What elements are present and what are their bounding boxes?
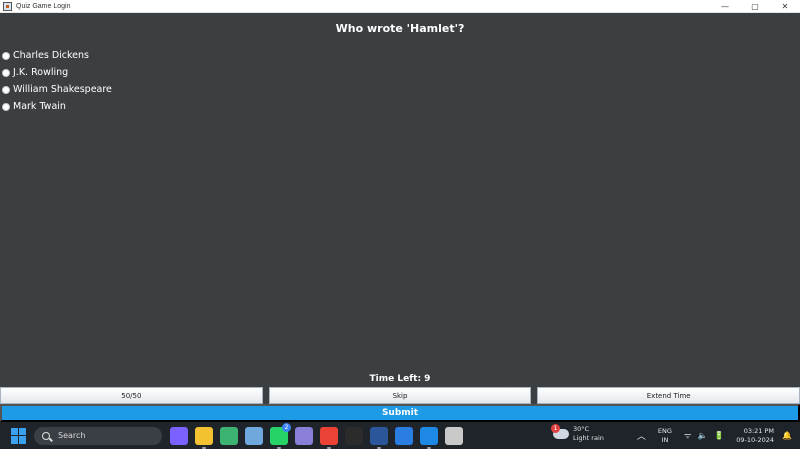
option-label: Charles Dickens <box>13 50 89 61</box>
language-indicator[interactable]: ENG IN <box>658 427 672 445</box>
search-icon <box>42 431 50 440</box>
radio-button[interactable] <box>2 51 10 60</box>
system-tray: ︿ ENG IN ᯤ 🔈 🔋 03:21 PM 09-10-2024 🔔 <box>637 422 800 449</box>
option-jk-rowling[interactable]: J.K. Rowling <box>2 64 112 81</box>
option-label: J.K. Rowling <box>13 67 69 78</box>
java-app-icon[interactable] <box>445 426 463 445</box>
radio-button[interactable] <box>2 102 10 111</box>
terminal-icon[interactable] <box>345 426 363 445</box>
weather-desc: Light rain <box>573 434 604 442</box>
radio-button[interactable] <box>2 85 10 94</box>
window-titlebar: Quiz Game Login — ▢ ✕ <box>0 0 800 13</box>
clock[interactable]: 03:21 PM 09-10-2024 <box>736 427 774 445</box>
option-label: William Shakespeare <box>13 84 112 95</box>
option-charles-dickens[interactable]: Charles Dickens <box>2 47 112 64</box>
notification-badge: 2 <box>282 422 291 432</box>
window-title: Quiz Game Login <box>16 2 71 10</box>
minimize-button[interactable]: — <box>710 0 740 13</box>
photos-icon[interactable] <box>245 426 263 445</box>
maximize-button[interactable]: ▢ <box>740 0 770 13</box>
radio-button[interactable] <box>2 68 10 77</box>
answer-options: Charles Dickens J.K. Rowling William Sha… <box>2 47 112 115</box>
clock-time: 03:21 PM <box>743 426 775 435</box>
region-code: IN <box>661 435 669 444</box>
show-hidden-icons-chevron-icon[interactable]: ︿ <box>637 429 646 442</box>
network-volume-battery-icons[interactable]: ᯤ 🔈 🔋 <box>684 430 726 441</box>
extend-time-button[interactable]: Extend Time <box>537 387 800 404</box>
window-controls: — ▢ ✕ <box>710 0 800 13</box>
vscode-icon[interactable] <box>420 426 438 449</box>
notifications-bell-icon[interactable]: 🔔 <box>782 431 792 440</box>
chrome-icon[interactable] <box>320 426 338 449</box>
close-button[interactable]: ✕ <box>770 0 800 13</box>
submit-button[interactable]: Submit <box>0 404 800 422</box>
java-app-icon <box>3 1 12 11</box>
media-app-icon[interactable] <box>295 426 313 445</box>
copilot-icon[interactable] <box>170 426 188 445</box>
skip-button[interactable]: Skip <box>268 387 532 404</box>
file-explorer-icon[interactable] <box>195 426 213 449</box>
taskbar-search[interactable]: Search <box>34 426 162 445</box>
option-label: Mark Twain <box>13 101 66 112</box>
snipping-tool-icon[interactable] <box>395 426 413 445</box>
weather-temp: 30°C <box>573 425 590 433</box>
windows-start-icon[interactable] <box>11 427 27 444</box>
clock-date: 09-10-2024 <box>736 435 775 444</box>
taskbar-apps: 2 <box>170 422 463 449</box>
weather-badge: 1 <box>551 424 560 433</box>
widgets-icon[interactable] <box>220 426 238 445</box>
search-label: Search <box>58 431 86 440</box>
taskbar: Search 2 1 30°C Light rain ︿ ENG IN ᯤ 🔈 … <box>0 422 800 449</box>
weather-widget[interactable]: 1 30°C Light rain <box>551 424 604 443</box>
time-left-label: Time Left: 9 <box>369 374 431 384</box>
weather-cloud-icon: 1 <box>551 424 569 439</box>
option-mark-twain[interactable]: Mark Twain <box>2 98 112 115</box>
language-code: ENG <box>657 426 672 435</box>
question-text: Who wrote 'Hamlet'? <box>335 22 465 35</box>
fifty-fifty-button[interactable]: 50/50 <box>0 387 263 404</box>
option-william-shakespeare[interactable]: William Shakespeare <box>2 81 112 98</box>
word-icon[interactable] <box>370 426 388 449</box>
lifeline-bar: 50/50 Skip Extend Time <box>0 387 800 404</box>
whatsapp-icon[interactable]: 2 <box>270 422 291 449</box>
